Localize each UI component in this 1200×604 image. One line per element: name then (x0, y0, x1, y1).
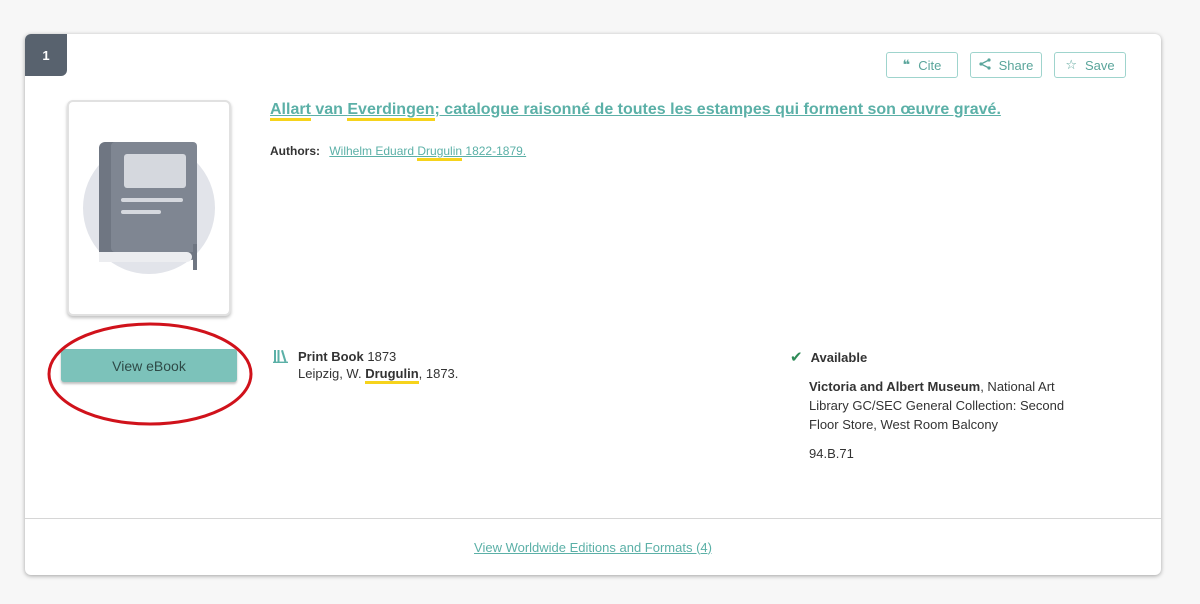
availability-info: ✔ Available Victoria and Albert Museum, … (790, 348, 1090, 463)
author-name-part: Wilhelm Eduard (329, 144, 418, 158)
authors-label: Authors: (270, 144, 320, 158)
publisher-line: Leipzig, W. Drugulin, 1873. (298, 365, 459, 384)
title-part-highlighted: Everdingen (347, 101, 435, 121)
share-icon (979, 57, 991, 73)
library-name: Victoria and Albert Museum (809, 379, 981, 394)
book-cover-thumbnail[interactable] (67, 100, 231, 316)
format-info: Print Book 1873 Leipzig, W. Drugulin, 18… (273, 348, 459, 384)
cite-label: Cite (918, 57, 942, 73)
save-button[interactable]: ☆ Save (1054, 52, 1126, 78)
result-actions: ❝ Cite Share ☆ Save (886, 52, 1126, 78)
title-part: van (310, 101, 348, 118)
authors-row: Authors: Wilhelm Eduard Drugulin 1822-18… (270, 144, 527, 161)
view-ebook-button[interactable]: View eBook (61, 349, 237, 382)
view-editions-link[interactable]: View Worldwide Editions and Formats (4) (474, 540, 712, 555)
author-link[interactable]: Wilhelm Eduard Drugulin 1822-1879. (329, 144, 527, 161)
publisher-part: Leipzig, W. (298, 366, 366, 381)
save-label: Save (1085, 57, 1115, 73)
title-part-highlighted: Allart (270, 101, 311, 121)
check-icon: ✔ (790, 349, 803, 366)
format-type: Print Book (298, 349, 364, 364)
books-icon (273, 349, 288, 367)
format-year: 1873 (367, 349, 397, 364)
share-label: Share (998, 57, 1034, 73)
result-title-link[interactable]: Allart van Everdingen; catalogue raisonn… (270, 99, 1070, 121)
availability-status: Available (810, 350, 868, 365)
share-button[interactable]: Share (970, 52, 1042, 78)
star-icon: ☆ (1065, 57, 1077, 72)
publisher-highlighted: Drugulin (365, 366, 419, 384)
quote-icon: ❝ (902, 57, 911, 72)
result-index-badge: 1 (25, 34, 67, 76)
title-part: ; catalogue raisonné de toutes les estam… (434, 101, 1001, 118)
book-placeholder-icon (83, 142, 215, 274)
search-result-card: 1 View eBook ❝ Cite Share ☆ Save Allart … (25, 34, 1161, 575)
author-name-highlighted: Drugulin (417, 144, 463, 161)
call-number: 94.B.71 (809, 446, 854, 461)
author-dates: 1822-1879. (462, 144, 527, 158)
result-footer: View Worldwide Editions and Formats (4) (25, 518, 1161, 575)
cite-button[interactable]: ❝ Cite (886, 52, 958, 78)
publisher-part: , 1873. (418, 366, 459, 381)
holding-location: Victoria and Albert Museum, National Art… (809, 377, 1090, 434)
